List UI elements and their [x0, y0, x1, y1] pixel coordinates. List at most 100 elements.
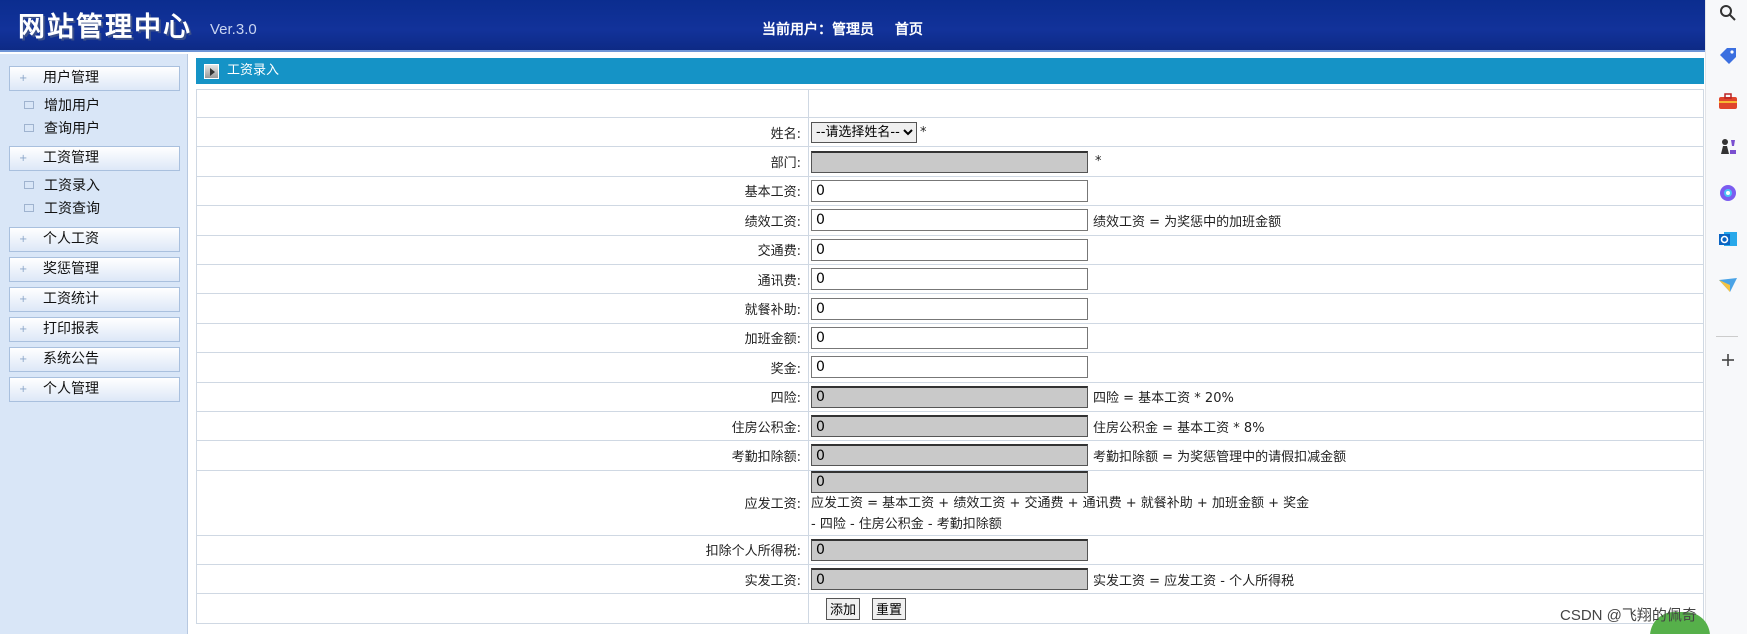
dept-label: 部门: [196, 146, 809, 177]
attendance-field[interactable] [811, 444, 1088, 467]
perf-salary-input[interactable] [811, 209, 1088, 232]
meal-label: 就餐补助: [196, 293, 809, 324]
attendance-note: 考勤扣除额 = 为奖惩管理中的请假扣减金额 [1093, 449, 1347, 465]
send-icon[interactable] [1717, 274, 1739, 296]
sidebar-group-label: 工资统计 [43, 291, 99, 307]
sidebar-item-label: 工资查询 [44, 201, 100, 217]
form-row-gross: 应发工资: 应发工资 = 基本工资 + 绩效工资 + 交通费 + 通讯费 + 就… [196, 469, 1704, 536]
tag-icon[interactable] [1717, 44, 1739, 66]
form-row-overtime: 加班金额: [196, 322, 1704, 354]
overtime-label: 加班金额: [196, 322, 809, 354]
sidebar-item-salary-query[interactable]: 工资查询 [24, 199, 100, 219]
gross-field[interactable] [811, 470, 1088, 493]
sidebar-group-label: 工资管理 [43, 150, 99, 166]
form-row-traffic: 交通费: [196, 234, 1704, 265]
traffic-label: 交通费: [196, 234, 809, 265]
expand-icon: + [19, 153, 28, 164]
briefcase-icon[interactable] [1717, 90, 1739, 112]
required-mark: * [1095, 154, 1102, 170]
name-label: 姓名: [196, 116, 809, 148]
sidebar-item-salary-entry[interactable]: 工资录入 [24, 176, 100, 196]
browser-bar-divider [1716, 336, 1738, 337]
copilot-icon[interactable] [1717, 182, 1739, 204]
sidebar-item-label: 查询用户 [44, 121, 100, 137]
sidebar-group-personal-management[interactable]: + 个人管理 [9, 377, 180, 402]
dept-field[interactable] [811, 150, 1088, 173]
comm-label: 通讯费: [196, 263, 809, 295]
outlook-icon[interactable] [1717, 228, 1739, 250]
form-spacer-row [196, 89, 1704, 118]
tree-node-icon [24, 181, 34, 189]
sidebar-group-rewards[interactable]: + 奖惩管理 [9, 257, 180, 282]
sidebar-group-user-management[interactable]: + 用户管理 [9, 66, 180, 91]
meal-input[interactable] [811, 297, 1088, 320]
housing-label: 住房公积金: [196, 410, 809, 442]
header-nav: 当前用户：管理员 首页 [762, 19, 939, 39]
perf-salary-label: 绩效工资: [196, 205, 809, 236]
form-row-net: 实发工资: 实发工资 = 应发工资 - 个人所得税 [196, 564, 1704, 595]
sidebar-group-label: 打印报表 [43, 321, 99, 337]
form-row-insurance: 四险: 四险 = 基本工资 * 20% [196, 381, 1704, 412]
sidebar-group-label: 个人工资 [43, 231, 99, 247]
required-mark: * [920, 124, 927, 140]
version-label: Ver.3.0 [210, 21, 257, 38]
current-user-label: 当前用户：管理员 [762, 22, 874, 38]
reset-button[interactable]: 重置 [872, 597, 907, 620]
tax-field[interactable] [811, 538, 1088, 561]
gross-note-line1: 应发工资 = 基本工资 + 绩效工资 + 交通费 + 通讯费 + 就餐补助 + … [811, 495, 1310, 511]
insurance-label: 四险: [196, 381, 809, 412]
sidebar-group-personal-salary[interactable]: + 个人工资 [9, 227, 180, 252]
add-button[interactable]: 添加 [826, 597, 861, 620]
form-row-perf: 绩效工资: 绩效工资 = 为奖惩中的加班金额 [196, 205, 1704, 236]
net-field[interactable] [811, 568, 1088, 591]
net-label: 实发工资: [196, 564, 809, 595]
form-row-dept: 部门: * [196, 146, 1704, 177]
form-row-housing: 住房公积金: 住房公积金 = 基本工资 * 8% [196, 410, 1704, 442]
tree-node-icon [24, 204, 34, 212]
expand-icon: + [19, 324, 28, 335]
expand-icon: + [19, 73, 28, 84]
header-bar: 网站管理中心 Ver.3.0 当前用户：管理员 首页 [0, 0, 1705, 52]
insurance-field[interactable] [811, 385, 1088, 408]
plus-icon[interactable] [1717, 349, 1739, 371]
overtime-input[interactable] [811, 326, 1088, 349]
sidebar-item-add-user[interactable]: 增加用户 [24, 96, 100, 116]
form-row-bonus: 奖金: [196, 352, 1704, 383]
form-row-attendance: 考勤扣除额: 考勤扣除额 = 为奖惩管理中的请假扣减金额 [196, 440, 1704, 471]
sidebar-item-label: 增加用户 [44, 98, 100, 114]
page-title-bar: 工资录入 [196, 58, 1704, 84]
chess-icon[interactable] [1717, 135, 1739, 157]
site-logo: 网站管理中心 [18, 12, 192, 43]
housing-note: 住房公积金 = 基本工资 * 8% [1093, 420, 1265, 436]
sidebar-item-query-user[interactable]: 查询用户 [24, 119, 100, 139]
form-row-actions: 添加 重置 [196, 593, 1704, 624]
expand-icon: + [19, 294, 28, 305]
tax-label: 扣除个人所得税: [196, 534, 809, 566]
comm-input[interactable] [811, 268, 1088, 291]
tree-node-icon [24, 124, 34, 132]
sidebar-group-print-report[interactable]: + 打印报表 [9, 317, 180, 342]
search-icon[interactable] [1717, 2, 1739, 24]
insurance-note: 四险 = 基本工资 * 20% [1093, 391, 1234, 407]
net-note: 实发工资 = 应发工资 - 个人所得税 [1093, 573, 1295, 589]
sidebar: + 用户管理 增加用户 查询用户 + 工资管理 工资录入 工资查询 + 个人工资 + 奖… [0, 54, 188, 634]
gross-label: 应发工资: [196, 469, 809, 536]
sidebar-group-salary-management[interactable]: + 工资管理 [9, 146, 180, 171]
housing-field[interactable] [811, 415, 1088, 438]
form-row-base: 基本工资: [196, 175, 1704, 207]
expand-icon: + [19, 384, 28, 395]
sidebar-group-salary-stats[interactable]: + 工资统计 [9, 287, 180, 312]
salary-form: 姓名: --请选择姓名--* 部门: * 基本工资: 绩效工资: 绩效工资 = … [196, 89, 1704, 624]
home-link[interactable]: 首页 [895, 22, 923, 38]
name-select[interactable]: --请选择姓名-- [811, 121, 917, 143]
sidebar-group-announcement[interactable]: + 系统公告 [9, 347, 180, 372]
bonus-label: 奖金: [196, 352, 809, 383]
form-row-comm: 通讯费: [196, 263, 1704, 295]
expand-icon: + [19, 354, 28, 365]
traffic-input[interactable] [811, 238, 1088, 261]
bonus-input[interactable] [811, 356, 1088, 379]
form-row-meal: 就餐补助: [196, 293, 1704, 324]
sidebar-group-label: 奖惩管理 [43, 261, 99, 277]
base-salary-input[interactable] [811, 179, 1088, 202]
app-root: 网站管理中心 Ver.3.0 当前用户：管理员 首页 + 用户管理 增加用户 查… [0, 0, 1747, 634]
